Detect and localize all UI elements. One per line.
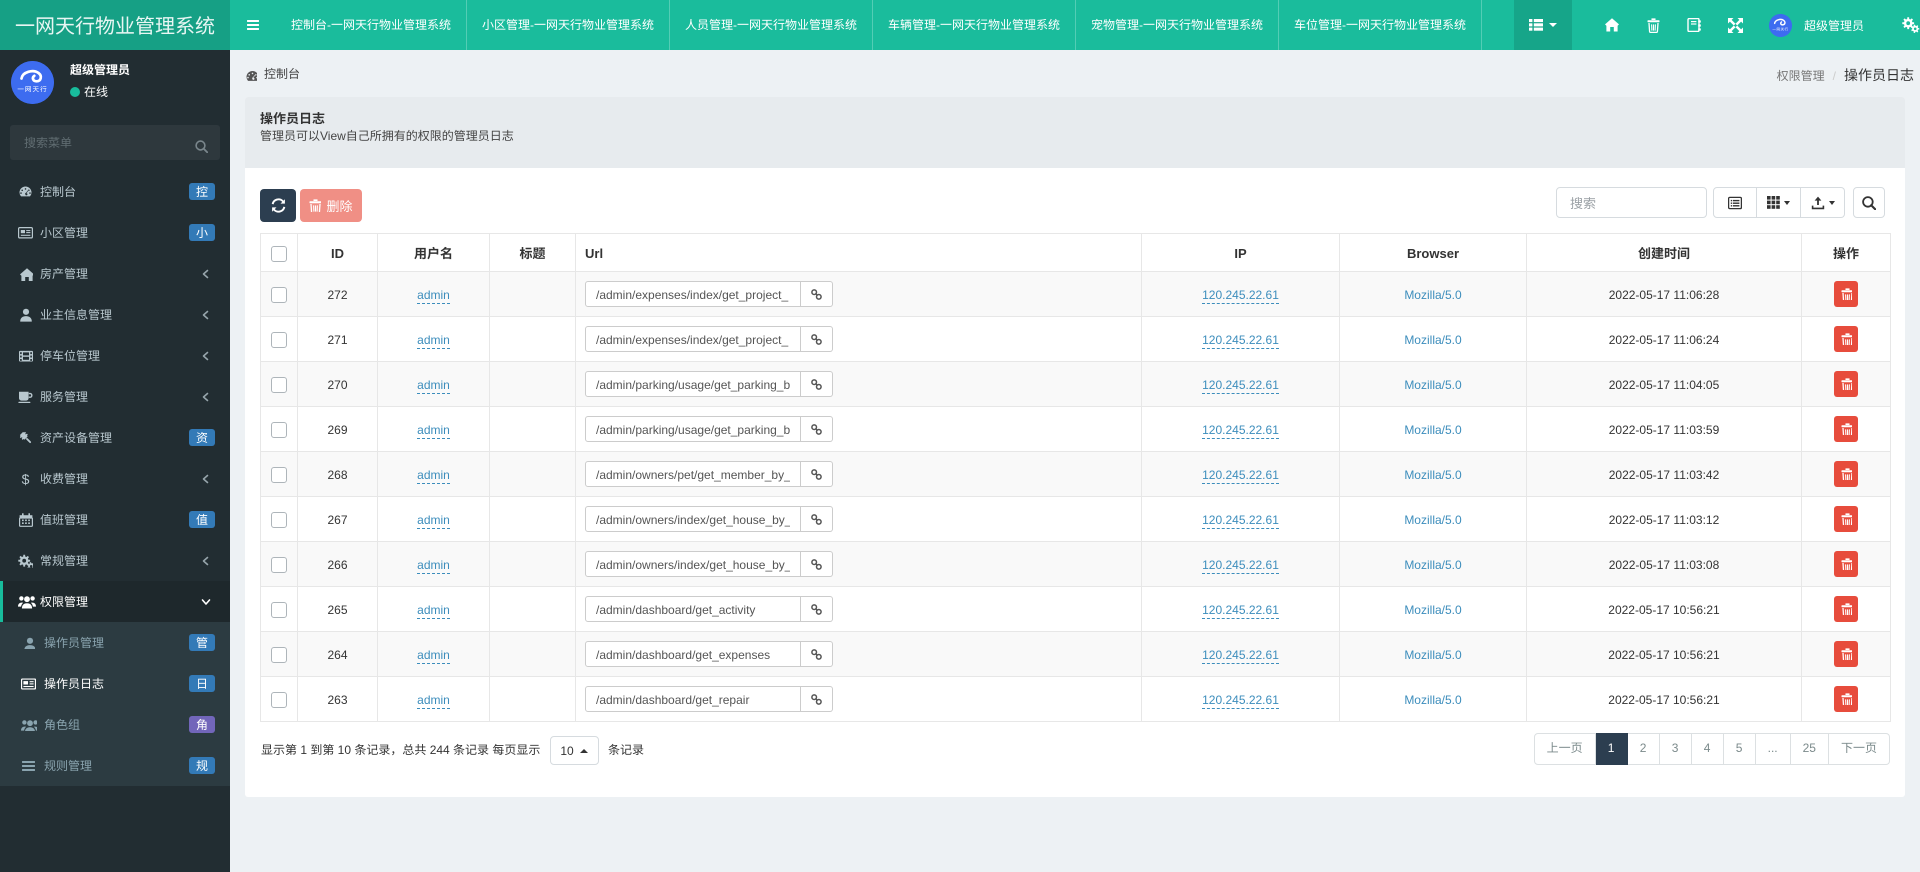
svg-text:一网天行: 一网天行 <box>1772 27 1788 32</box>
svg-text:一网天行: 一网天行 <box>17 84 47 94</box>
